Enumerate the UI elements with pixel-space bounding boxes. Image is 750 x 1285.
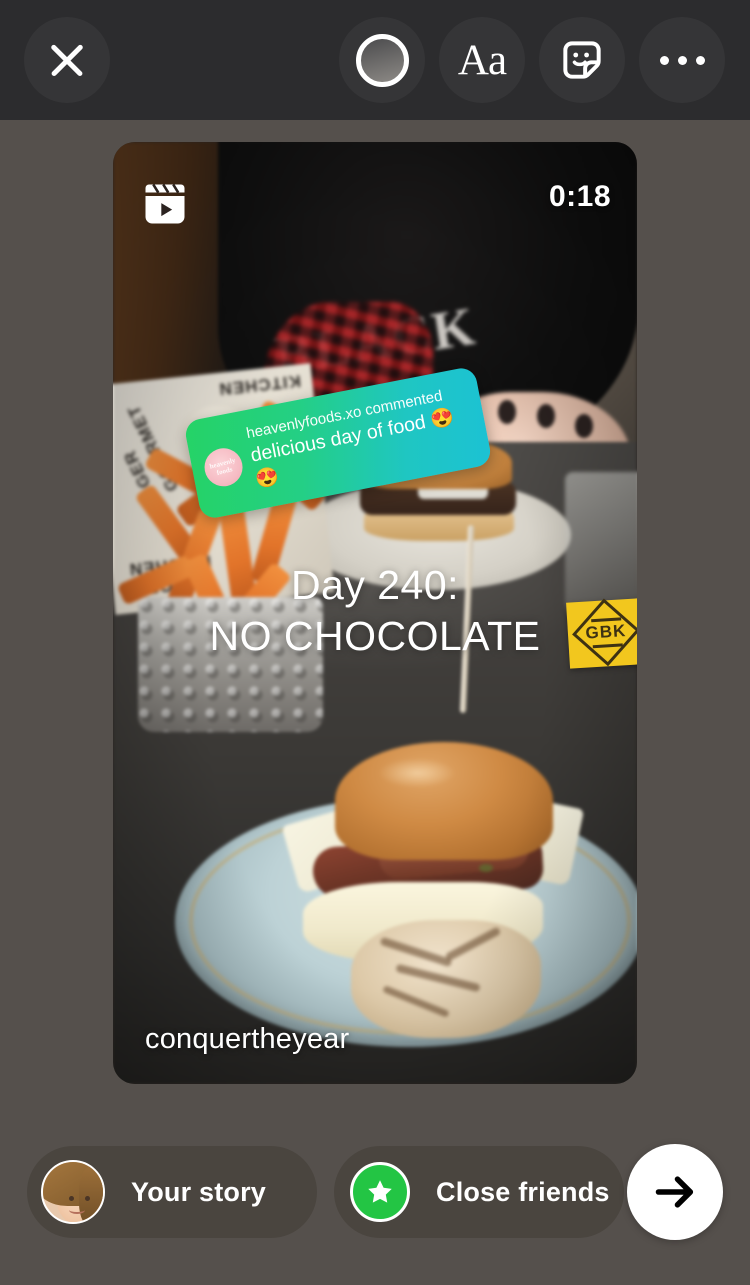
sticker-smiley-icon <box>563 41 601 79</box>
reel-clapperboard-icon <box>145 183 185 224</box>
story-preview-canvas[interactable]: BLACK T KITCHEN GOURMET BURGER BURGER KI… <box>113 142 637 1084</box>
draw-tool-button[interactable] <box>339 17 425 103</box>
comment-emoji-inline: 😍 <box>428 406 456 432</box>
user-avatar <box>41 1160 105 1224</box>
text-aa-icon: Aa <box>457 36 507 84</box>
more-options-icon <box>659 55 705 65</box>
story-duration: 0:18 <box>548 180 611 213</box>
close-x-icon <box>46 39 88 81</box>
close-button[interactable] <box>24 17 110 103</box>
paper-brand-kitchen: KITCHEN <box>217 371 302 399</box>
sticker-tool-button[interactable] <box>539 17 625 103</box>
commenter-avatar-label: heavenly foods <box>208 456 237 478</box>
commenter-avatar: heavenly foods <box>201 445 246 490</box>
draw-circle-icon <box>355 33 409 87</box>
editor-toolbar: Aa <box>0 0 750 120</box>
gbk-flag-label: GBK <box>584 621 627 643</box>
close-friends-button[interactable]: Close friends <box>334 1146 624 1238</box>
your-story-label: Your story <box>131 1176 267 1207</box>
text-tool-button[interactable]: Aa <box>439 17 525 103</box>
share-bar: Your story Close friends <box>0 1120 750 1285</box>
story-username: conquertheyear <box>145 1023 350 1055</box>
arrow-right-icon <box>655 1176 694 1208</box>
comment-emoji-second: 😍 <box>253 466 282 492</box>
close-friends-star-icon <box>350 1162 410 1222</box>
more-options-button[interactable] <box>639 17 725 103</box>
send-button[interactable] <box>627 1144 723 1240</box>
close-friends-label: Close friends <box>436 1176 610 1207</box>
gbk-flag: GBK <box>566 597 637 669</box>
star-glyph-icon <box>368 1180 392 1203</box>
story-photo: BLACK T KITCHEN GOURMET BURGER BURGER KI… <box>113 142 637 1084</box>
your-story-button[interactable]: Your story <box>27 1146 317 1238</box>
